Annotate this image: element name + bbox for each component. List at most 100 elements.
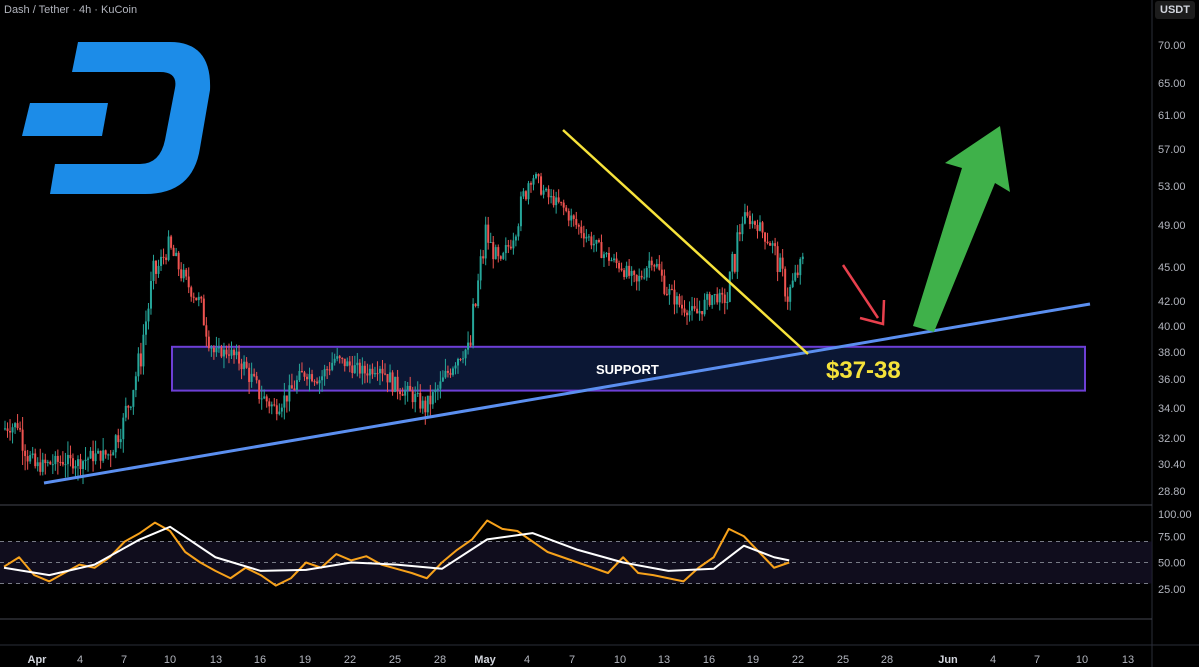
candle-body <box>738 232 741 235</box>
candle-body <box>328 369 331 371</box>
candle-body <box>492 242 495 260</box>
price-tick-label: 45.00 <box>1158 262 1186 274</box>
candle-body <box>582 233 585 239</box>
candle-body <box>731 253 734 272</box>
time-tick-label: 13 <box>1122 654 1134 666</box>
candle-body <box>94 453 97 462</box>
time-tick-label: 22 <box>792 654 804 666</box>
candle-body <box>64 464 67 466</box>
candle-body <box>575 218 578 225</box>
candle-body <box>638 275 641 282</box>
candle-body <box>263 396 266 399</box>
candle-body <box>205 325 208 337</box>
candle-body <box>311 374 314 382</box>
candle-body <box>361 365 364 374</box>
candle-body <box>620 268 623 271</box>
candle-body <box>175 252 178 256</box>
candle-body <box>791 280 794 287</box>
candle-body <box>210 347 213 349</box>
candle-body <box>552 196 555 206</box>
candle-body <box>217 347 220 349</box>
chart-canvas[interactable]: 70.00 65.00 61.00 57.00 53.00 49.00 45.00 42.00… <box>0 0 1199 667</box>
candle-body <box>748 215 751 225</box>
price-tick-label: 32.00 <box>1158 433 1186 445</box>
candle-body <box>343 358 346 367</box>
candle-body <box>285 395 288 402</box>
candle-body <box>89 450 92 459</box>
candle-body <box>517 226 520 237</box>
candle-body <box>172 247 175 256</box>
candle-body <box>605 252 608 255</box>
candle-body <box>409 385 412 392</box>
currency-unit-badge[interactable]: USDT <box>1155 1 1195 19</box>
candle-body <box>665 293 668 295</box>
time-tick-label: 22 <box>344 654 356 666</box>
candle-body <box>386 374 389 383</box>
time-tick-label: 28 <box>881 654 893 666</box>
candle-body <box>741 223 744 235</box>
candle-body <box>227 354 230 356</box>
candle-body <box>270 404 273 407</box>
candle-body <box>424 400 427 413</box>
candle-body <box>49 461 52 465</box>
candle-body <box>346 361 349 367</box>
candle-body <box>300 370 303 373</box>
candle-body <box>54 455 57 465</box>
candle-body <box>562 202 565 208</box>
candle-body <box>716 294 719 303</box>
candle-body <box>215 347 218 353</box>
candle-body <box>446 370 449 373</box>
candle-body <box>585 236 588 239</box>
candle-body <box>109 454 112 456</box>
candle-body <box>655 263 658 267</box>
candle-body <box>371 368 374 375</box>
candle-body <box>696 308 699 314</box>
candle-body <box>144 321 147 335</box>
candle-body <box>691 306 694 311</box>
candle-body <box>44 459 47 464</box>
candle-body <box>713 294 716 296</box>
candle-body <box>389 372 392 383</box>
support-label: SUPPORT <box>596 362 659 377</box>
candle-body <box>212 347 215 353</box>
candle-body <box>467 342 470 350</box>
time-tick-label: 25 <box>837 654 849 666</box>
candle-body <box>333 358 336 363</box>
candle-body <box>721 292 724 295</box>
candle-body <box>273 404 276 406</box>
candle-body <box>784 268 787 297</box>
candle-body <box>99 450 102 461</box>
candle-body <box>623 270 626 277</box>
candle-body <box>222 349 225 357</box>
price-tick-label: 40.00 <box>1158 321 1186 333</box>
candle-body <box>751 221 754 225</box>
candle-body <box>348 361 351 366</box>
candle-body <box>351 365 354 373</box>
candle-body <box>318 380 321 384</box>
candle-body <box>736 232 739 272</box>
candle-body <box>248 367 251 382</box>
candle-body <box>177 252 180 270</box>
candle-body <box>230 349 233 356</box>
time-tick-label: 4 <box>990 654 996 666</box>
candle-body <box>482 256 485 259</box>
candle-body <box>298 370 301 381</box>
candle-body <box>220 347 223 357</box>
candle-body <box>680 304 683 309</box>
candle-body <box>522 191 525 197</box>
candle-body <box>723 294 726 303</box>
candle-body <box>192 296 195 298</box>
candle-body <box>653 265 656 267</box>
candle-body <box>595 239 598 244</box>
candle-body <box>112 452 115 456</box>
candle-body <box>308 374 311 380</box>
candle-body <box>129 406 132 408</box>
candle-body <box>66 454 69 465</box>
candle-body <box>726 301 729 303</box>
symbol-title[interactable]: Dash / Tether · 4h · KuCoin <box>4 4 137 16</box>
candle-body <box>278 411 281 415</box>
price-tick-label: 36.00 <box>1158 374 1186 386</box>
candle-body <box>789 286 792 302</box>
candle-body <box>260 398 263 400</box>
candle-body <box>686 312 689 316</box>
